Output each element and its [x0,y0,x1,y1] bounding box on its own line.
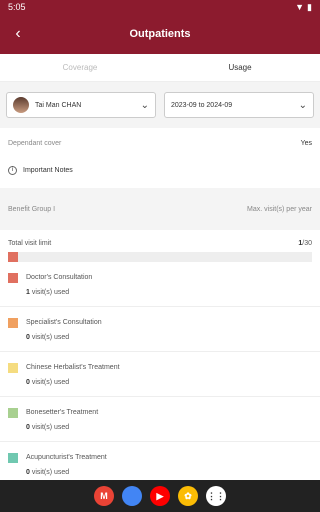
benefit-group-note: Max. visit(s) per year [247,205,312,213]
usage-label: visit(s) used [31,288,70,296]
service-item: Specialist's Consultation 0 visit(s) used [0,307,320,352]
service-item: Doctor's Consultation 1 visit(s) used [0,262,320,307]
visit-limit-label: Total visit limit [8,239,52,247]
member-name: Tai Man CHAN [35,101,82,109]
dependant-label: Dependant cover [8,139,62,147]
chevron-down-icon: ⌄ [298,99,307,111]
visit-limit: Total visit limit 1/30 [0,236,320,262]
chevron-down-icon: ⌄ [140,99,149,111]
service-usage: 0 visit(s) used [8,379,312,386]
usage-label: visit(s) used [31,333,70,341]
service-name: Chinese Herbalist's Treatment [26,364,120,371]
important-notes-link[interactable]: i Important Notes [8,158,312,182]
tab-usage[interactable]: Usage [160,54,320,81]
service-name-row: Specialist's Consultation [8,317,312,328]
usage-count: 0 [26,468,30,476]
photos-icon[interactable]: ✿ [178,486,198,506]
usage-count: 0 [26,423,30,431]
clock: 5:05 [8,2,26,12]
benefit-group-header: Benefit Group I Max. visit(s) per year [0,188,320,230]
filters: Tai Man CHAN ⌄ 2023-09 to 2024-09 ⌄ [0,82,320,128]
period-value: 2023-09 to 2024-09 [171,101,233,109]
app-bar: ‹ Outpatients [0,14,320,54]
usage-count: 0 [26,333,30,341]
important-notes-label: Important Notes [23,166,73,174]
color-swatch [8,317,18,328]
gmail-icon[interactable]: M [94,486,114,506]
usage-label: visit(s) used [31,378,70,386]
usage-label: visit(s) used [31,423,70,431]
battery-icon: ▮ [307,1,312,12]
visit-progress-fill [8,252,19,262]
color-swatch [8,362,18,373]
tab-coverage[interactable]: Coverage [0,54,160,81]
usage-count: 0 [26,378,30,386]
dependant-value: Yes [300,139,312,147]
service-usage: 0 visit(s) used [8,424,312,431]
usage-label: visit(s) used [31,468,70,476]
service-name-row: Chinese Herbalist's Treatment [8,362,312,373]
service-list: Doctor's Consultation 1 visit(s) used Spec… [0,262,320,487]
service-name: Acupuncturist's Treatment [26,454,107,461]
usage-count: 1 [26,288,30,296]
chrome-icon[interactable] [122,486,142,506]
apps-icon[interactable]: ⋮⋮ [206,486,226,506]
cover-info: Dependant cover Yes i Important Notes [0,128,320,182]
page-title: Outpatients [129,28,191,40]
avatar [13,97,29,113]
service-name: Bonesetter's Treatment [26,409,99,416]
visit-limit-count: 1/30 [298,239,312,247]
service-usage: 1 visit(s) used [8,289,312,296]
color-swatch [8,407,18,418]
service-item: Chinese Herbalist's Treatment 0 visit(s) … [0,352,320,397]
benefit-group-label: Benefit Group I [8,205,56,213]
service-name: Doctor's Consultation [26,274,93,281]
service-usage: 0 visit(s) used [8,469,312,476]
status-icons: ▼ ▮ [295,2,312,13]
back-arrow-icon[interactable]: ‹ [8,24,28,44]
status-bar: 5:05 ▼ ▮ [0,0,320,14]
service-name-row: Acupuncturist's Treatment [8,452,312,463]
app-dock: M ▶ ✿ ⋮⋮ [0,480,320,512]
visit-progress-bar [8,252,312,262]
service-name: Specialist's Consultation [26,319,102,326]
period-select[interactable]: 2023-09 to 2024-09 ⌄ [164,92,314,118]
color-swatch [8,272,18,283]
youtube-icon[interactable]: ▶ [150,486,170,506]
dependant-row: Dependant cover Yes [8,128,312,158]
service-name-row: Doctor's Consultation [8,272,312,283]
wifi-icon: ▼ [295,2,305,12]
tab-bar: Coverage Usage [0,54,320,82]
color-swatch [8,452,18,463]
service-usage: 0 visit(s) used [8,334,312,341]
service-name-row: Bonesetter's Treatment [8,407,312,418]
info-icon: i [8,165,17,175]
service-item: Bonesetter's Treatment 0 visit(s) used [0,397,320,442]
member-select[interactable]: Tai Man CHAN ⌄ [6,92,156,118]
